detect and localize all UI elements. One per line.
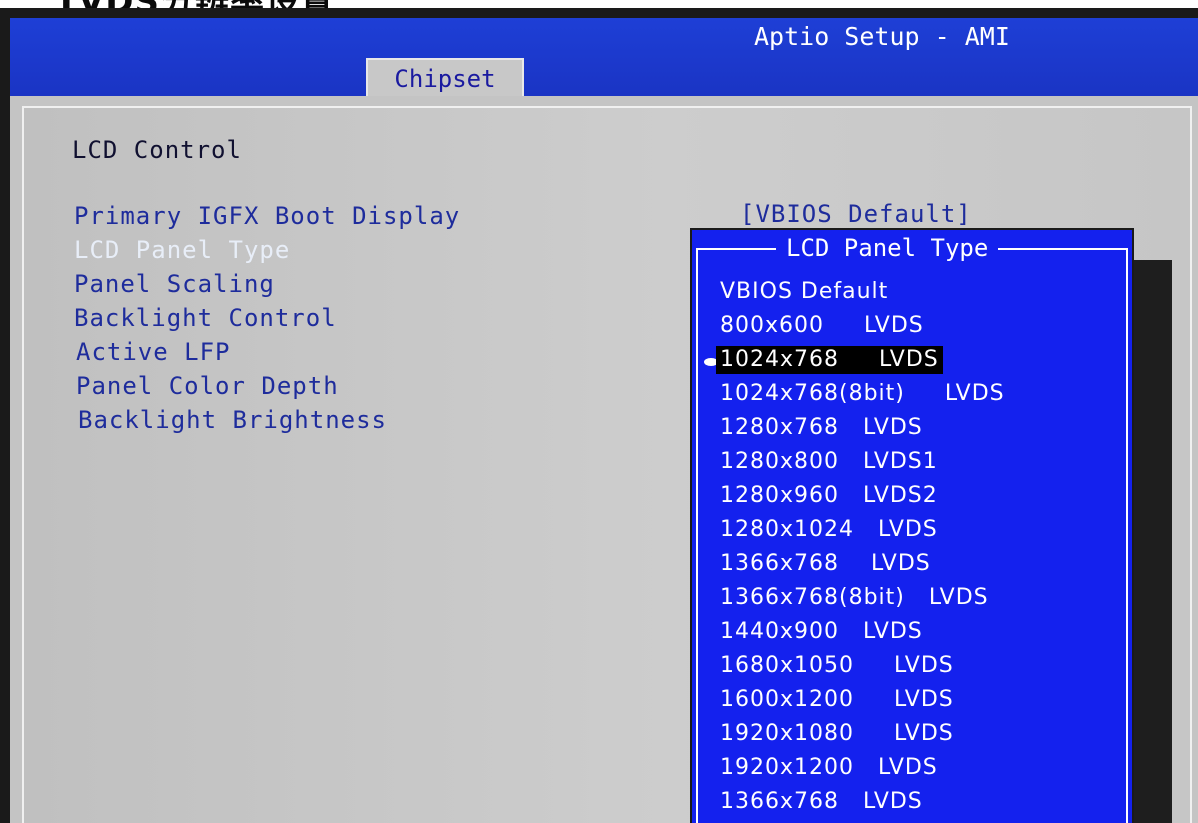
option-vbios-default[interactable]: VBIOS Default [716,278,892,306]
menu-item-primary-igfx-boot-display[interactable]: Primary IGFX Boot Display [74,202,460,230]
menu-item-backlight-control[interactable]: Backlight Control [74,304,337,332]
bios-title: Aptio Setup - AMI [754,22,1010,51]
option-1440x900[interactable]: 1440x900 LVDS [716,618,927,646]
option-1280x768[interactable]: 1280x768 LVDS [716,414,927,442]
photo-frame: LVDS分辨率设置 Aptio Setup - AMI Chipset LCD … [0,0,1198,823]
menu-item-active-lfp[interactable]: Active LFP [76,338,231,366]
option-1680x1050[interactable]: 1680x1050 LVDS [716,652,958,680]
option-1366x768[interactable]: 1366x768 LVDS [716,550,935,578]
monitor-bezel: Aptio Setup - AMI Chipset LCD Control Pr… [0,8,1198,823]
primary-igfx-value: [VBIOS Default] [740,200,972,228]
popup-shadow [1134,260,1172,823]
menu-item-panel-scaling[interactable]: Panel Scaling [74,270,275,298]
option-1280x1024[interactable]: 1280x1024 LVDS [716,516,942,544]
section-title: LCD Control [72,136,242,164]
popup-title: LCD Panel Type [776,234,999,262]
option-800x600[interactable]: 800x600 LVDS [716,312,928,340]
option-1920x1080[interactable]: 1920x1080 LVDS [716,720,958,748]
option-1280x800[interactable]: 1280x800 LVDS1 [716,448,942,476]
option-1024x768[interactable]: 1024x768 LVDS [716,346,943,374]
lcd-panel-type-popup: LCD Panel Type VBIOS Default 800x600 LVD… [690,228,1134,823]
option-1366x768-8bit[interactable]: 1366x768(8bit) LVDS [716,584,993,612]
option-1366x768-alt[interactable]: 1366x768 LVDS [716,788,927,816]
tab-chipset[interactable]: Chipset [366,58,524,96]
option-1280x960[interactable]: 1280x960 LVDS2 [716,482,942,510]
menu-item-lcd-panel-type[interactable]: LCD Panel Type [74,236,290,264]
option-1600x1200[interactable]: 1600x1200 LVDS [716,686,958,714]
option-1920x1200[interactable]: 1920x1200 LVDS [716,754,942,782]
bios-screen: Aptio Setup - AMI Chipset LCD Control Pr… [10,18,1198,823]
menu-item-backlight-brightness[interactable]: Backlight Brightness [78,406,387,434]
bios-header: Aptio Setup - AMI Chipset [10,18,1198,96]
menu-item-panel-color-depth[interactable]: Panel Color Depth [76,372,339,400]
option-1024x768-8bit[interactable]: 1024x768(8bit) LVDS [716,380,1009,408]
